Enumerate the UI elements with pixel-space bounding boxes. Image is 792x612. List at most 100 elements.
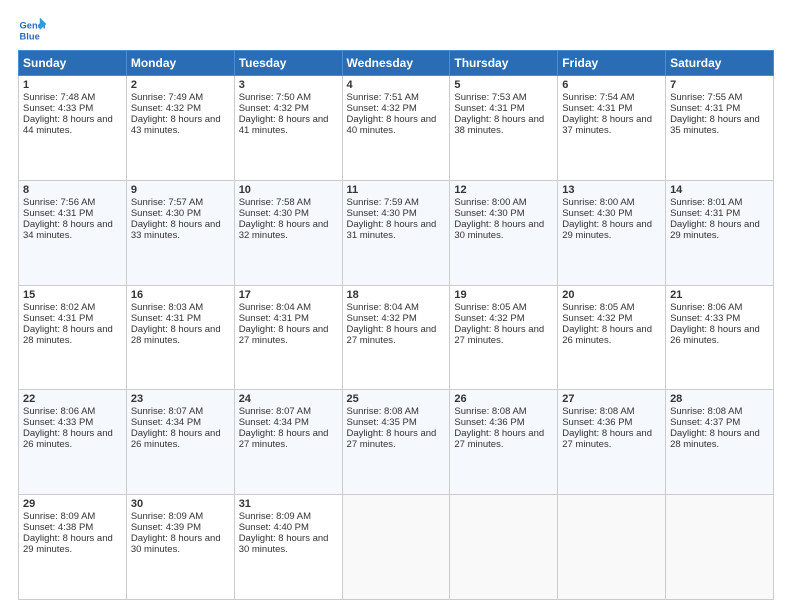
sunset-text: Sunset: 4:32 PM [562,313,661,324]
daylight-text: Daylight: 8 hours and 38 minutes. [454,114,553,136]
sunrise-text: Sunrise: 8:04 AM [239,302,338,313]
day-number: 30 [131,498,230,510]
sunset-text: Sunset: 4:30 PM [347,208,446,219]
calendar-cell: 12Sunrise: 8:00 AMSunset: 4:30 PMDayligh… [450,180,558,285]
header: General Blue [18,16,774,44]
calendar-cell: 11Sunrise: 7:59 AMSunset: 4:30 PMDayligh… [342,180,450,285]
weekday-header: Saturday [666,51,774,76]
sunrise-text: Sunrise: 8:05 AM [454,302,553,313]
calendar-cell: 31Sunrise: 8:09 AMSunset: 4:40 PMDayligh… [234,495,342,600]
calendar-cell: 3Sunrise: 7:50 AMSunset: 4:32 PMDaylight… [234,76,342,181]
day-number: 7 [670,79,769,91]
sunset-text: Sunset: 4:32 PM [239,103,338,114]
sunset-text: Sunset: 4:33 PM [670,313,769,324]
day-number: 8 [23,184,122,196]
sunset-text: Sunset: 4:31 PM [562,103,661,114]
sunset-text: Sunset: 4:37 PM [670,417,769,428]
sunrise-text: Sunrise: 7:57 AM [131,197,230,208]
calendar-cell: 15Sunrise: 8:02 AMSunset: 4:31 PMDayligh… [19,285,127,390]
day-number: 6 [562,79,661,91]
calendar-header-row: SundayMondayTuesdayWednesdayThursdayFrid… [19,51,774,76]
daylight-text: Daylight: 8 hours and 30 minutes. [454,219,553,241]
sunset-text: Sunset: 4:31 PM [131,313,230,324]
daylight-text: Daylight: 8 hours and 35 minutes. [670,114,769,136]
sunrise-text: Sunrise: 8:09 AM [239,511,338,522]
sunset-text: Sunset: 4:36 PM [562,417,661,428]
day-number: 27 [562,393,661,405]
sunset-text: Sunset: 4:30 PM [562,208,661,219]
sunset-text: Sunset: 4:38 PM [23,522,122,533]
calendar-cell: 5Sunrise: 7:53 AMSunset: 4:31 PMDaylight… [450,76,558,181]
weekday-header: Monday [126,51,234,76]
sunrise-text: Sunrise: 7:58 AM [239,197,338,208]
sunrise-text: Sunrise: 8:02 AM [23,302,122,313]
day-number: 22 [23,393,122,405]
sunrise-text: Sunrise: 7:56 AM [23,197,122,208]
calendar-cell: 27Sunrise: 8:08 AMSunset: 4:36 PMDayligh… [558,390,666,495]
day-number: 18 [347,289,446,301]
day-number: 14 [670,184,769,196]
daylight-text: Daylight: 8 hours and 37 minutes. [562,114,661,136]
day-number: 16 [131,289,230,301]
daylight-text: Daylight: 8 hours and 28 minutes. [23,324,122,346]
sunset-text: Sunset: 4:30 PM [454,208,553,219]
day-number: 12 [454,184,553,196]
calendar-cell: 26Sunrise: 8:08 AMSunset: 4:36 PMDayligh… [450,390,558,495]
daylight-text: Daylight: 8 hours and 27 minutes. [347,428,446,450]
sunrise-text: Sunrise: 8:07 AM [131,406,230,417]
daylight-text: Daylight: 8 hours and 29 minutes. [670,219,769,241]
daylight-text: Daylight: 8 hours and 27 minutes. [562,428,661,450]
daylight-text: Daylight: 8 hours and 33 minutes. [131,219,230,241]
calendar-cell: 22Sunrise: 8:06 AMSunset: 4:33 PMDayligh… [19,390,127,495]
sunrise-text: Sunrise: 8:09 AM [23,511,122,522]
calendar-cell: 18Sunrise: 8:04 AMSunset: 4:32 PMDayligh… [342,285,450,390]
day-number: 29 [23,498,122,510]
day-number: 17 [239,289,338,301]
daylight-text: Daylight: 8 hours and 41 minutes. [239,114,338,136]
calendar-body: 1Sunrise: 7:48 AMSunset: 4:33 PMDaylight… [19,76,774,600]
sunset-text: Sunset: 4:32 PM [454,313,553,324]
day-number: 26 [454,393,553,405]
day-number: 9 [131,184,230,196]
calendar-cell: 16Sunrise: 8:03 AMSunset: 4:31 PMDayligh… [126,285,234,390]
sunrise-text: Sunrise: 8:08 AM [670,406,769,417]
calendar-week-row: 15Sunrise: 8:02 AM Sunset: 4:31 PM Dayligh… [19,285,774,390]
daylight-text: Daylight: 8 hours and 30 minutes. [239,533,338,555]
sunset-text: Sunset: 4:33 PM [23,417,122,428]
daylight-text: Daylight: 8 hours and 27 minutes. [454,324,553,346]
sunset-text: Sunset: 4:39 PM [131,522,230,533]
day-number: 10 [239,184,338,196]
sunrise-text: Sunrise: 8:03 AM [131,302,230,313]
sunrise-text: Sunrise: 7:59 AM [347,197,446,208]
calendar-cell: 21Sunrise: 8:06 AMSunset: 4:33 PMDayligh… [666,285,774,390]
sunrise-text: Sunrise: 8:08 AM [562,406,661,417]
sunset-text: Sunset: 4:34 PM [131,417,230,428]
day-number: 13 [562,184,661,196]
calendar-cell: 20Sunrise: 8:05 AMSunset: 4:32 PMDayligh… [558,285,666,390]
sunset-text: Sunset: 4:31 PM [670,103,769,114]
logo-icon: General Blue [18,16,46,44]
calendar-week-row: 8Sunrise: 7:56 AMSunset: 4:31 PMDaylight… [19,180,774,285]
sunset-text: Sunset: 4:40 PM [239,522,338,533]
sunrise-text: Sunrise: 8:05 AM [562,302,661,313]
daylight-text: Daylight: 8 hours and 40 minutes. [347,114,446,136]
daylight-text: Daylight: 8 hours and 43 minutes. [131,114,230,136]
weekday-header: Wednesday [342,51,450,76]
day-number: 15 [23,289,122,301]
weekday-header: Tuesday [234,51,342,76]
calendar-cell: 14Sunrise: 8:01 AMSunset: 4:31 PMDayligh… [666,180,774,285]
sunrise-text: Sunrise: 8:09 AM [131,511,230,522]
calendar-cell: 10Sunrise: 7:58 AMSunset: 4:30 PMDayligh… [234,180,342,285]
sunset-text: Sunset: 4:31 PM [239,313,338,324]
sunrise-text: Sunrise: 8:08 AM [454,406,553,417]
daylight-text: Daylight: 8 hours and 28 minutes. [670,428,769,450]
calendar-cell: 8Sunrise: 7:56 AMSunset: 4:31 PMDaylight… [19,180,127,285]
sunset-text: Sunset: 4:31 PM [670,208,769,219]
calendar-cell: 17Sunrise: 8:04 AMSunset: 4:31 PMDayligh… [234,285,342,390]
calendar-cell: 7Sunrise: 7:55 AMSunset: 4:31 PMDaylight… [666,76,774,181]
daylight-text: Daylight: 8 hours and 30 minutes. [131,533,230,555]
sunrise-text: Sunrise: 7:50 AM [239,92,338,103]
daylight-text: Daylight: 8 hours and 27 minutes. [347,324,446,346]
sunrise-text: Sunrise: 8:07 AM [239,406,338,417]
daylight-text: Daylight: 8 hours and 26 minutes. [562,324,661,346]
